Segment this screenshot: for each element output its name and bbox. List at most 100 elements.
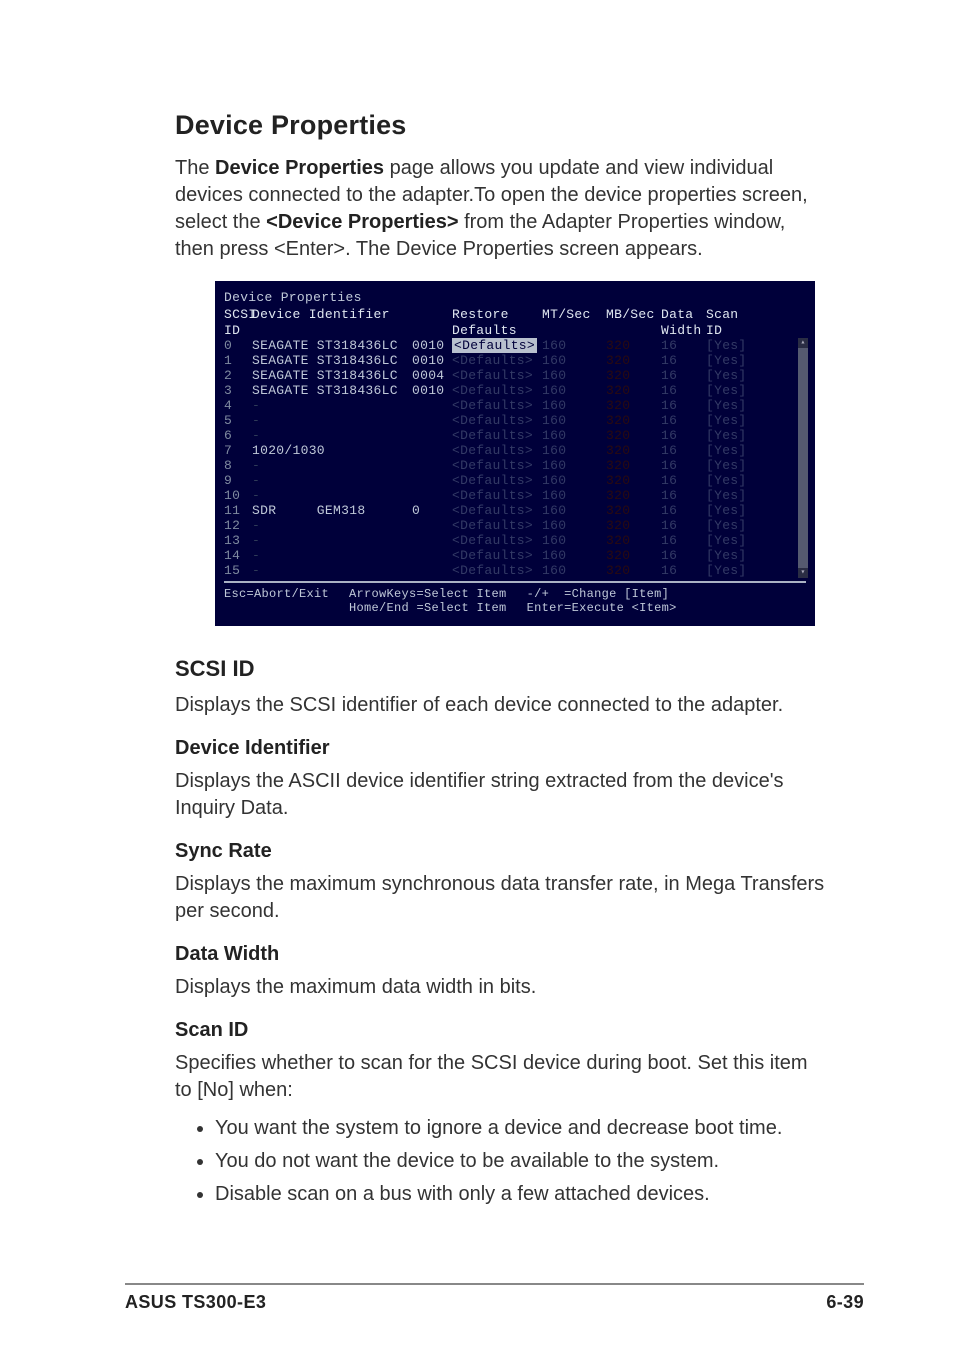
- cell-restore-defaults[interactable]: <Defaults>: [452, 533, 542, 548]
- cell-mb-sec: 320: [606, 548, 661, 563]
- cell-data-width: 16: [661, 413, 706, 428]
- cell-mb-sec: 320: [606, 368, 661, 383]
- cell-scan-id: [Yes]: [706, 533, 806, 548]
- cell-restore-defaults[interactable]: <Defaults>: [452, 353, 542, 368]
- table-row[interactable]: 13-<Defaults>160 32016 [Yes]: [224, 533, 806, 548]
- cell-restore-defaults[interactable]: <Defaults>: [452, 563, 542, 578]
- cell-data-width: 16: [661, 398, 706, 413]
- cell-mb-sec: 320: [606, 503, 661, 518]
- cell-scsi-id: 8: [224, 458, 252, 473]
- cell-scan-id: [Yes]: [706, 443, 806, 458]
- scrollbar[interactable]: ▴ ▾: [798, 338, 808, 578]
- cell-restore-defaults[interactable]: <Defaults>: [452, 443, 542, 458]
- cell-restore-defaults[interactable]: <Defaults>: [452, 413, 542, 428]
- cell-restore-defaults[interactable]: <Defaults>: [452, 473, 542, 488]
- table-row[interactable]: 11SDR GEM3180<Defaults>160 32016 [Yes]: [224, 503, 806, 518]
- cell-code: 0004: [412, 368, 452, 383]
- cell-mt-sec: 160: [542, 428, 606, 443]
- cell-data-width: 16: [661, 533, 706, 548]
- cell-mt-sec: 160: [542, 368, 606, 383]
- cell-restore-defaults[interactable]: <Defaults>: [452, 368, 542, 383]
- cell-scan-id: [Yes]: [706, 338, 806, 353]
- cell-scan-id: [Yes]: [706, 473, 806, 488]
- cell-scsi-id: 13: [224, 533, 252, 548]
- cell-scsi-id: 2: [224, 368, 252, 383]
- footer-left: ASUS TS300-E3: [125, 1292, 266, 1313]
- table-row[interactable]: 10-<Defaults>160 32016 [Yes]: [224, 488, 806, 503]
- cell-scan-id: [Yes]: [706, 488, 806, 503]
- scr-header-row-2: ID Defaults Width ID: [224, 323, 806, 338]
- scr-divider: [224, 581, 806, 583]
- scr-title: Device Properties: [224, 290, 806, 305]
- table-row[interactable]: 0SEAGATE ST318436LC0010<Defaults>160 320…: [224, 338, 806, 353]
- table-row[interactable]: 5-<Defaults>160 32016 [Yes]: [224, 413, 806, 428]
- cell-mt-sec: 160: [542, 563, 606, 578]
- cell-device-identifier: 1020/1030: [252, 443, 412, 458]
- table-row[interactable]: 9-<Defaults>160 32016 [Yes]: [224, 473, 806, 488]
- hdr-scsi: SCSI: [224, 307, 252, 322]
- cell-scsi-id: 0: [224, 338, 252, 353]
- table-row[interactable]: 3SEAGATE ST318436LC0010<Defaults>160 320…: [224, 383, 806, 398]
- cell-data-width: 16: [661, 428, 706, 443]
- hdr-data-width: Data: [661, 307, 706, 322]
- cell-mb-sec: 320: [606, 413, 661, 428]
- cell-data-width: 16: [661, 518, 706, 533]
- cell-scan-id: [Yes]: [706, 548, 806, 563]
- table-row[interactable]: 14-<Defaults>160 32016 [Yes]: [224, 548, 806, 563]
- cell-restore-defaults[interactable]: <Defaults>: [452, 398, 542, 413]
- desc-device-identifier: Displays the ASCII device identifier str…: [175, 768, 829, 822]
- cell-restore-defaults[interactable]: <Defaults>: [452, 383, 542, 398]
- cell-device-identifier: SEAGATE ST318436LC: [252, 383, 412, 398]
- cell-mb-sec: 320: [606, 443, 661, 458]
- cell-mt-sec: 160: [542, 443, 606, 458]
- cell-device-identifier: -: [252, 563, 412, 578]
- cell-mt-sec: 160: [542, 518, 606, 533]
- table-row[interactable]: 4-<Defaults>160 32016 [Yes]: [224, 398, 806, 413]
- cell-restore-defaults[interactable]: <Defaults>: [452, 488, 542, 503]
- cell-device-identifier: -: [252, 488, 412, 503]
- intro-b: Device Properties: [215, 157, 384, 179]
- intro-d: <Device Properties>: [266, 211, 458, 233]
- cell-restore-defaults[interactable]: <Defaults>: [452, 518, 542, 533]
- cell-mt-sec: 160: [542, 503, 606, 518]
- cell-scsi-id: 3: [224, 383, 252, 398]
- cell-device-identifier: -: [252, 428, 412, 443]
- cell-scsi-id: 6: [224, 428, 252, 443]
- cell-restore-defaults[interactable]: <Defaults>: [452, 503, 542, 518]
- scroll-up-icon[interactable]: ▴: [798, 338, 808, 348]
- cell-data-width: 16: [661, 383, 706, 398]
- cell-data-width: 16: [661, 368, 706, 383]
- cell-scan-id: [Yes]: [706, 353, 806, 368]
- table-row[interactable]: 8-<Defaults>160 32016 [Yes]: [224, 458, 806, 473]
- cell-data-width: 16: [661, 488, 706, 503]
- table-row[interactable]: 2SEAGATE ST318436LC0004<Defaults>160 320…: [224, 368, 806, 383]
- cell-restore-defaults[interactable]: <Defaults>: [452, 548, 542, 563]
- heading-sync-rate: Sync Rate: [175, 840, 829, 863]
- hdr-mbsec: MB/Sec: [606, 307, 661, 322]
- table-row[interactable]: 12-<Defaults>160 32016 [Yes]: [224, 518, 806, 533]
- table-row[interactable]: 71020/1030<Defaults>160 32016 [Yes]: [224, 443, 806, 458]
- scroll-down-icon[interactable]: ▾: [798, 568, 808, 578]
- cell-scsi-id: 12: [224, 518, 252, 533]
- cell-device-identifier: -: [252, 458, 412, 473]
- table-row[interactable]: 15-<Defaults>160 32016 [Yes]: [224, 563, 806, 578]
- cell-scan-id: [Yes]: [706, 428, 806, 443]
- cell-restore-defaults[interactable]: <Defaults>: [452, 428, 542, 443]
- table-row[interactable]: 1SEAGATE ST318436LC0010<Defaults>160 320…: [224, 353, 806, 368]
- cell-device-identifier: SEAGATE ST318436LC: [252, 353, 412, 368]
- page-footer: ASUS TS300-E3 6-39: [125, 1292, 864, 1313]
- cell-restore-defaults[interactable]: <Defaults>: [452, 338, 542, 353]
- cell-mt-sec: 160: [542, 458, 606, 473]
- cell-mb-sec: 320: [606, 473, 661, 488]
- cell-data-width: 16: [661, 548, 706, 563]
- cell-restore-defaults[interactable]: <Defaults>: [452, 458, 542, 473]
- cell-mt-sec: 160: [542, 413, 606, 428]
- heading-scan-id: Scan ID: [175, 1019, 829, 1042]
- list-item: Disable scan on a bus with only a few at…: [215, 1178, 829, 1211]
- table-row[interactable]: 6-<Defaults>160 32016 [Yes]: [224, 428, 806, 443]
- heading-data-width: Data Width: [175, 943, 829, 966]
- cell-scsi-id: 4: [224, 398, 252, 413]
- cell-scsi-id: 14: [224, 548, 252, 563]
- heading-device-identifier: Device Identifier: [175, 737, 829, 760]
- cell-device-identifier: -: [252, 533, 412, 548]
